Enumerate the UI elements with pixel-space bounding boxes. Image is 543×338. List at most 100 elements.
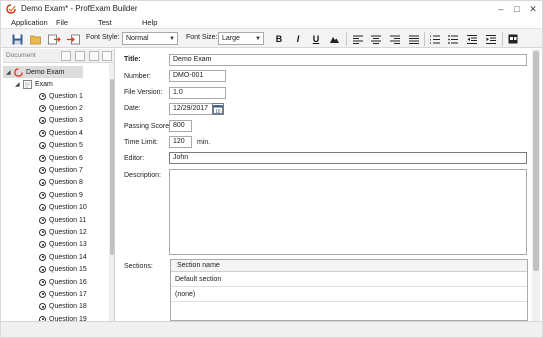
align-left-button[interactable] xyxy=(350,31,366,47)
chevron-down-icon: ▼ xyxy=(255,36,261,42)
indent-button[interactable] xyxy=(483,31,499,47)
align-center-button[interactable] xyxy=(368,31,384,47)
font-style-label: Font Style: xyxy=(86,34,120,41)
tree-question-item[interactable]: Question 12 xyxy=(39,226,107,238)
tree-question-item[interactable]: Question 3 xyxy=(39,115,107,127)
bold-button[interactable]: B xyxy=(271,31,287,47)
minimize-button[interactable]: – xyxy=(493,1,509,17)
import-button[interactable] xyxy=(65,31,81,47)
tree-question-item[interactable]: Question 14 xyxy=(39,251,107,263)
tree-question-item[interactable]: Question 4 xyxy=(39,127,107,139)
tree-question-item[interactable]: Question 5 xyxy=(39,140,107,152)
document-panel-header: Document xyxy=(3,49,114,63)
align-right-button[interactable] xyxy=(387,31,403,47)
section-row[interactable]: Default section xyxy=(171,273,527,287)
single-choice-question-icon xyxy=(39,104,46,112)
single-choice-question-icon xyxy=(39,166,46,174)
panel-close-button[interactable] xyxy=(102,51,112,61)
panel-pin-button[interactable] xyxy=(61,51,71,61)
justify-icon xyxy=(409,35,419,44)
save-button[interactable] xyxy=(9,31,25,47)
numbered-list-button[interactable] xyxy=(427,31,443,47)
section-name-column-header[interactable]: Section name xyxy=(177,262,220,269)
tree-question-item[interactable]: Question 17 xyxy=(39,288,107,300)
close-button[interactable]: ✕ xyxy=(525,1,541,17)
tree-root-demo-exam[interactable]: ◢ Demo Exam xyxy=(3,66,83,78)
profexam-logo-icon xyxy=(6,4,16,14)
tree-question-item[interactable]: Question 9 xyxy=(39,189,107,201)
tree-question-item[interactable]: Question 2 xyxy=(39,102,107,114)
open-button[interactable] xyxy=(28,31,44,47)
description-textarea[interactable] xyxy=(169,169,527,255)
date-picker-button[interactable]: 15 xyxy=(212,103,224,115)
italic-button[interactable]: I xyxy=(290,31,306,47)
tree-question-label: Question 4 xyxy=(49,129,83,137)
tree-question-label: Question 18 xyxy=(49,303,87,311)
menu-application[interactable]: Application xyxy=(11,18,48,27)
number-field[interactable]: DMO-001 xyxy=(169,70,226,82)
window-title: Demo Exam* - ProfExam Builder xyxy=(21,4,138,13)
font-style-select[interactable]: Normal ▼ xyxy=(122,32,178,45)
panel-move-down-button[interactable] xyxy=(89,51,99,61)
form-scrollbar[interactable] xyxy=(532,49,540,321)
tree-question-label: Question 15 xyxy=(49,266,87,274)
tree-question-label: Question 10 xyxy=(49,204,87,212)
scrollbar-thumb[interactable] xyxy=(110,79,114,255)
tree-question-label: Question 6 xyxy=(49,154,83,162)
sections-grid-header: Section name xyxy=(171,260,527,272)
tree-question-item[interactable]: Question 15 xyxy=(39,264,107,276)
justify-button[interactable] xyxy=(406,31,422,47)
export-button[interactable] xyxy=(46,31,62,47)
tree-question-item[interactable]: Question 7 xyxy=(39,164,107,176)
tree-question-item[interactable]: Question 13 xyxy=(39,239,107,251)
numbered-list-icon xyxy=(430,35,440,44)
tree-question-item[interactable]: Question 19 xyxy=(39,313,107,321)
menu-test[interactable]: Test xyxy=(98,18,112,27)
tree-question-item[interactable]: Question 6 xyxy=(39,152,107,164)
tree-question-label: Question 13 xyxy=(49,241,87,249)
single-choice-question-icon xyxy=(39,154,46,162)
outdent-button[interactable] xyxy=(464,31,480,47)
document-panel-scrollbar[interactable] xyxy=(109,63,114,321)
single-choice-question-icon xyxy=(39,228,46,236)
highlight-button[interactable] xyxy=(326,31,342,47)
folder-icon xyxy=(30,35,41,44)
profexam-logo-icon xyxy=(14,67,23,77)
tree-question-item[interactable]: Question 18 xyxy=(39,301,107,313)
editor-label: Editor: xyxy=(124,155,145,162)
document-panel-title: Document xyxy=(6,52,36,59)
date-field[interactable]: 12/29/2017 xyxy=(169,103,213,115)
underline-button[interactable]: U xyxy=(308,31,324,47)
tree-question-item[interactable]: Question 10 xyxy=(39,202,107,214)
file-version-field[interactable]: 1.0 xyxy=(169,87,226,99)
passing-score-field[interactable]: 800 xyxy=(169,120,192,132)
single-choice-question-icon xyxy=(39,266,46,274)
bullet-list-button[interactable] xyxy=(445,31,461,47)
time-limit-unit: min. xyxy=(197,139,211,146)
expander-icon[interactable]: ◢ xyxy=(15,81,23,88)
editor-field[interactable]: John xyxy=(169,152,527,164)
title-field[interactable]: Demo Exam xyxy=(169,54,527,66)
align-right-icon xyxy=(390,35,400,44)
panel-move-up-button[interactable] xyxy=(75,51,85,61)
font-style-value: Normal xyxy=(126,35,149,42)
font-size-select[interactable]: Large ▼ xyxy=(218,32,264,45)
tree-exam[interactable]: ◢ Exam xyxy=(15,78,105,90)
menu-file[interactable]: File xyxy=(56,18,68,27)
insert-table-button[interactable] xyxy=(505,31,521,47)
title-bar: Demo Exam* - ProfExam Builder – □ ✕ xyxy=(1,1,542,17)
tree-question-item[interactable]: Question 16 xyxy=(39,276,107,288)
menu-help[interactable]: Help xyxy=(142,18,157,27)
maximize-button[interactable]: □ xyxy=(509,1,525,17)
tree-question-item[interactable]: Question 11 xyxy=(39,214,107,226)
section-row[interactable]: (none) xyxy=(171,288,527,302)
scrollbar-thumb[interactable] xyxy=(533,51,539,271)
expander-icon[interactable]: ◢ xyxy=(6,69,14,76)
number-label: Number: xyxy=(124,73,151,80)
time-limit-field[interactable]: 120 xyxy=(169,136,192,148)
tree-question-label: Question 7 xyxy=(49,166,83,174)
tree-question-item[interactable]: Question 8 xyxy=(39,177,107,189)
single-choice-question-icon xyxy=(39,129,46,137)
tree-question-item[interactable]: Question 1 xyxy=(39,90,107,102)
chevron-down-icon: ▼ xyxy=(169,36,175,42)
